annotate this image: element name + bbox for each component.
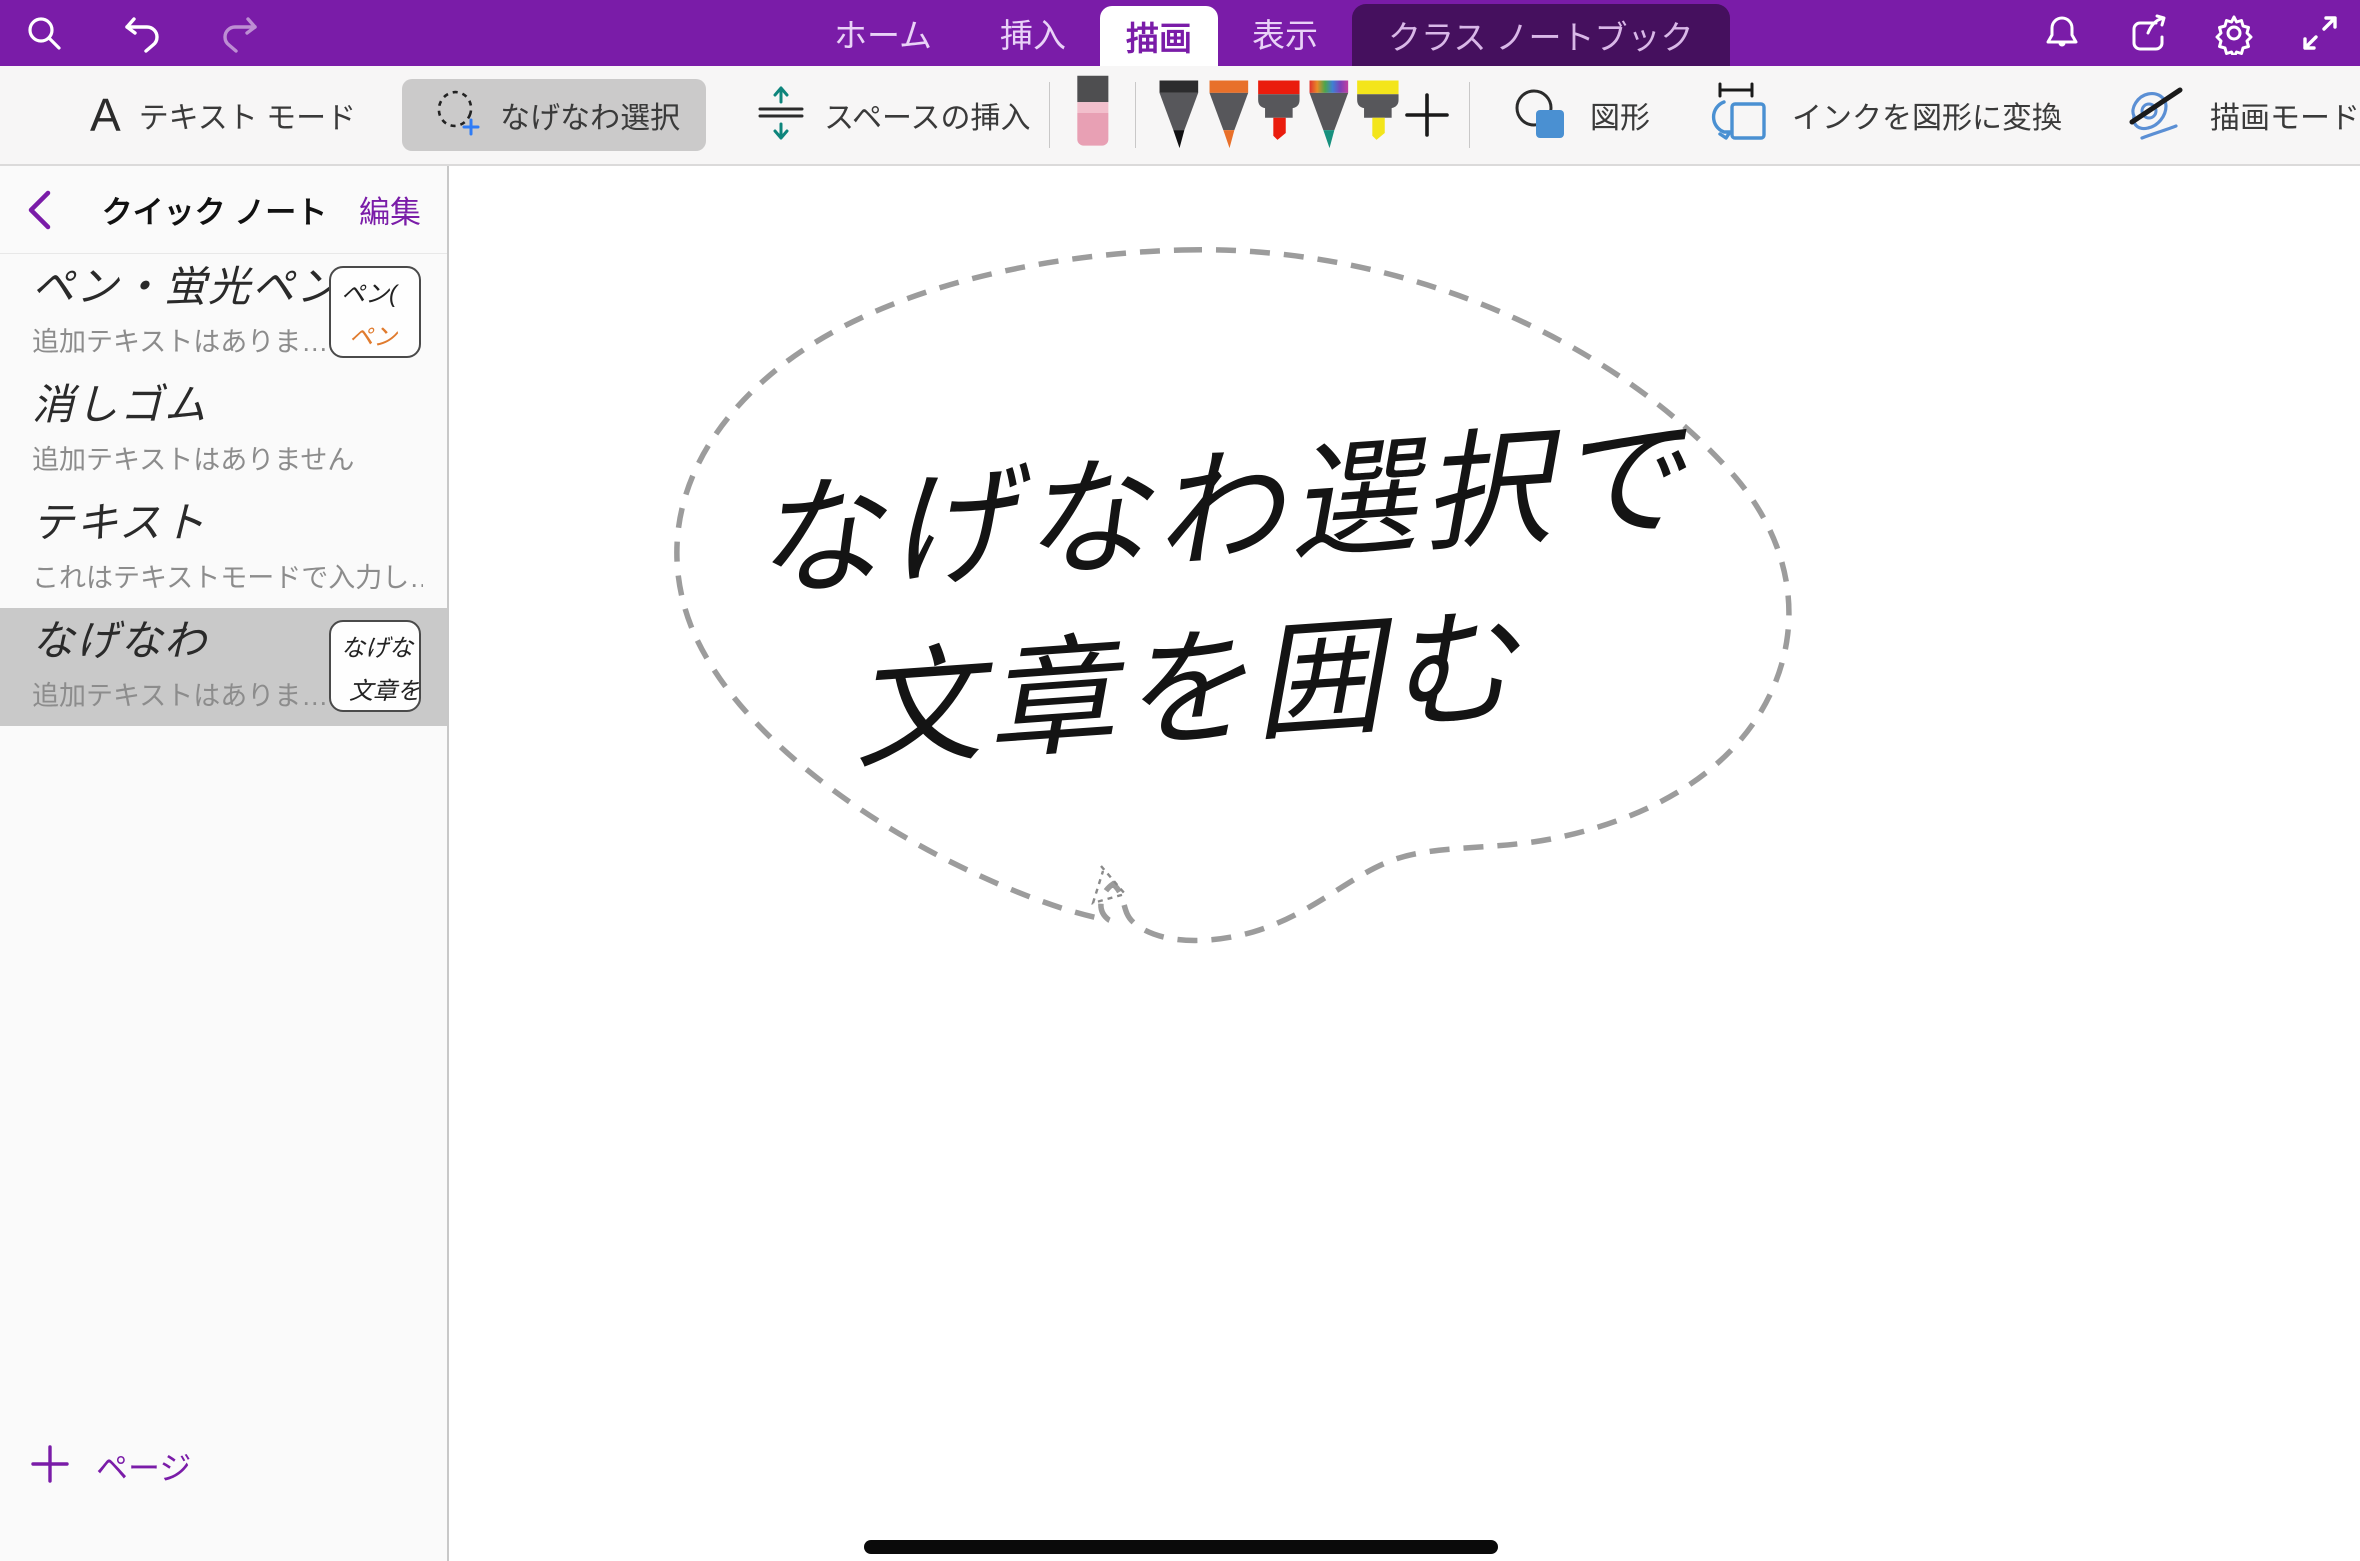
share-icon[interactable] (2126, 11, 2170, 55)
page-subtitle: 追加テキストはありません (32, 438, 423, 477)
add-page-button[interactable]: ページ (30, 1443, 191, 1489)
back-chevron-icon[interactable] (26, 190, 70, 230)
topbar-right-group (2040, 0, 2342, 66)
toolbar-divider (1135, 82, 1136, 148)
add-page-label: ページ (96, 1443, 191, 1489)
lasso-icon (428, 87, 486, 144)
gear-icon[interactable] (2212, 11, 2256, 55)
ink-to-shape-button[interactable]: インクを図形に変換 (1710, 80, 2062, 151)
insert-space-button[interactable]: スペースの挿入 (754, 84, 1030, 147)
insert-space-icon (754, 84, 808, 147)
undo-icon[interactable] (120, 11, 164, 55)
note-canvas[interactable]: なげなわ選択で 文章を囲む (451, 166, 2360, 1561)
yellow-highlighter-tool[interactable] (1353, 65, 1403, 165)
page-row-text[interactable]: テキスト これはテキストモードで入力し… (0, 490, 447, 608)
thumbnail-ink-text: 文章を (341, 671, 419, 706)
eraser-tool[interactable] (1068, 65, 1118, 165)
lasso-select-label: なげなわ選択 (500, 93, 680, 137)
insert-space-label: スペースの挿入 (824, 93, 1030, 137)
page-thumbnail: なげな 文章を (329, 620, 421, 712)
shape-tools-group: 図形 インクを図形に変換 描画モード (1510, 80, 2360, 151)
redo-icon (218, 11, 262, 55)
thumbnail-ink-text: ペン (341, 317, 419, 352)
draw-toolbar: A テキスト モード なげなわ選択 スペースの挿入 (0, 66, 2360, 166)
shapes-label: 図形 (1590, 93, 1650, 137)
tab-home[interactable]: ホーム (800, 0, 966, 66)
top-app-bar: ホーム 挿入 描画 表示 クラス ノートブック (0, 0, 2360, 66)
thumbnail-ink-text: ペン( (341, 274, 419, 309)
page-row-lasso[interactable]: なげなわ 追加テキストはありま… なげな 文章を (0, 608, 447, 726)
topbar-left-group (0, 11, 430, 55)
page-title: 消しゴム (32, 382, 423, 428)
tab-class-notebook[interactable]: クラス ノートブック (1352, 4, 1730, 66)
shapes-button[interactable]: 図形 (1510, 84, 1650, 147)
page-title: テキスト (32, 500, 423, 546)
toolbar-divider (1049, 82, 1050, 148)
rainbow-pen-tool[interactable] (1304, 65, 1354, 165)
draw-mode-label: 描画モード (2210, 93, 2360, 137)
bell-icon[interactable] (2040, 11, 2084, 55)
toolbar-divider (1469, 82, 1470, 148)
black-pen-tool[interactable] (1154, 65, 1204, 165)
edit-button[interactable]: 編集 (359, 187, 421, 232)
notebook-title: クイック ノート (70, 187, 359, 232)
tab-view[interactable]: 表示 (1218, 0, 1352, 66)
text-mode-button[interactable]: A テキスト モード (0, 88, 356, 142)
page-list-sidebar: クイック ノート 編集 ペン・蛍光ペン 追加テキストはありま… ペン( ペン 消… (0, 166, 449, 1561)
tab-insert[interactable]: 挿入 (966, 0, 1100, 66)
home-indicator[interactable] (864, 1540, 1498, 1554)
ink-to-shape-icon (1710, 80, 1774, 151)
page-subtitle: これはテキストモードで入力し… (32, 556, 423, 595)
plus-icon (30, 1444, 70, 1489)
lasso-select-button[interactable]: なげなわ選択 (402, 79, 706, 151)
draw-mode-icon (2122, 82, 2192, 149)
page-thumbnail: ペン( ペン (329, 266, 421, 358)
tab-draw[interactable]: 描画 (1100, 6, 1218, 66)
page-row-eraser[interactable]: 消しゴム 追加テキストはありません (0, 372, 447, 490)
search-icon[interactable] (22, 11, 66, 55)
red-highlighter-tool[interactable] (1254, 65, 1304, 165)
orange-pen-tool[interactable] (1204, 65, 1254, 165)
thumbnail-ink-text: なげな (341, 628, 419, 663)
sidebar-header: クイック ノート 編集 (0, 166, 447, 254)
text-mode-a-icon: A (90, 88, 121, 142)
page-row-pen-highlighter[interactable]: ペン・蛍光ペン 追加テキストはありま… ペン( ペン (0, 254, 447, 372)
text-mode-label: テキスト モード (139, 93, 356, 137)
ink-to-shape-label: インクを図形に変換 (1792, 93, 2062, 137)
expand-icon[interactable] (2298, 11, 2342, 55)
add-pen-button[interactable] (1403, 91, 1451, 139)
ribbon-tab-strip: ホーム 挿入 描画 表示 クラス ノートブック (800, 0, 1730, 66)
draw-mode-button[interactable]: 描画モード (2122, 82, 2360, 149)
shapes-icon (1510, 84, 1572, 147)
lasso-selection-outline[interactable] (451, 166, 2360, 1561)
